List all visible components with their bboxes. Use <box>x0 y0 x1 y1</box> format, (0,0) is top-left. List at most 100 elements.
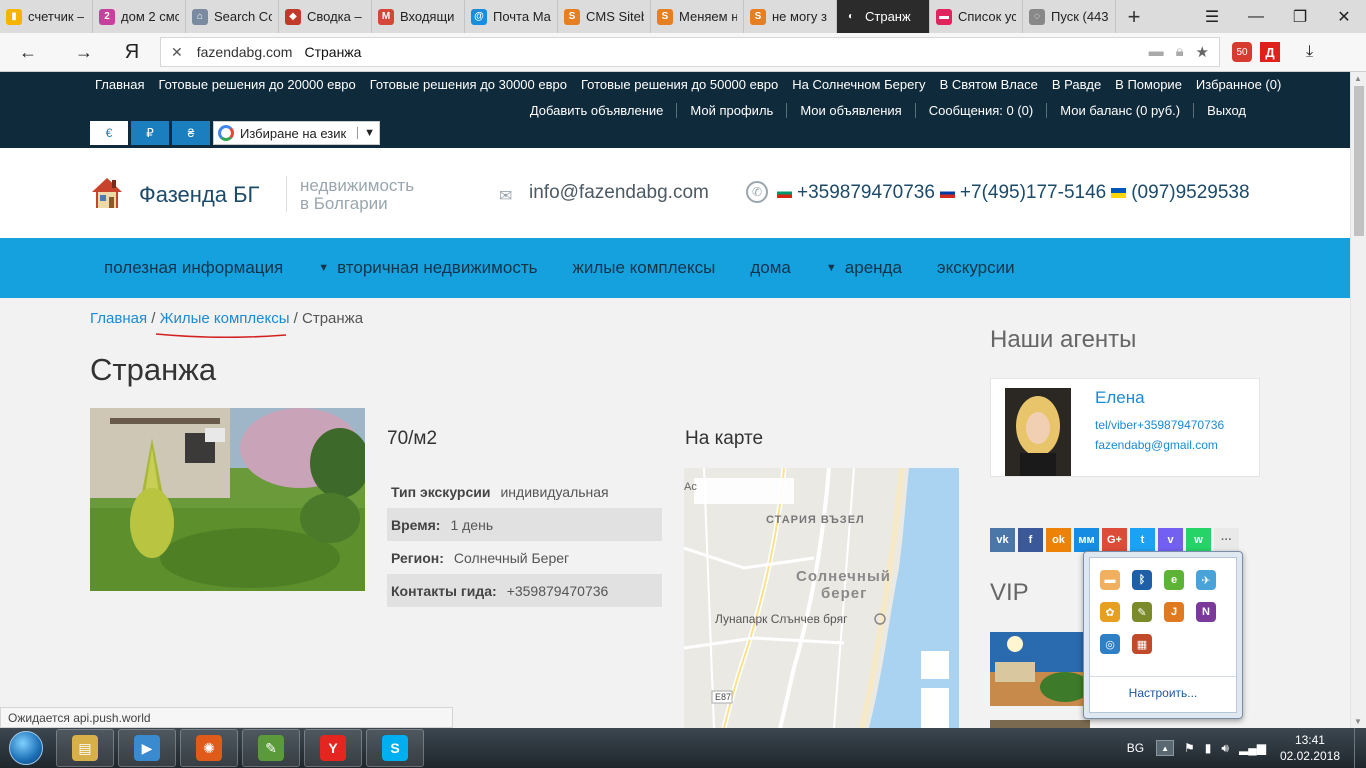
forward-button[interactable]: → <box>56 33 112 72</box>
evernote-icon[interactable]: e <box>1164 570 1184 590</box>
currency-eur-button[interactable]: € <box>90 121 128 145</box>
stop-loading-icon[interactable]: ✕ <box>171 44 183 61</box>
browser-tab[interactable]: ◆ Сводка – <box>279 0 372 33</box>
social-share-button[interactable]: ok <box>1046 528 1071 552</box>
browser-tab[interactable]: S CMS Siteb <box>558 0 651 33</box>
phone-ua[interactable]: (097)9529538 <box>1131 182 1249 204</box>
taskbar-app-button[interactable]: ✎ <box>242 729 300 767</box>
user-menu-link[interactable]: Сообщения: 0 (0) <box>916 103 1048 118</box>
top-menu-link[interactable]: В Святом Власе <box>940 77 1038 92</box>
social-share-button[interactable]: ··· <box>1214 528 1239 552</box>
agent-avatar[interactable] <box>1005 388 1071 476</box>
show-desktop-button[interactable] <box>1354 728 1366 768</box>
main-nav-item[interactable]: ▼ аренда <box>826 258 902 278</box>
volume-icon[interactable]: 🔊︎ <box>1221 741 1229 756</box>
top-menu-link[interactable]: Главная <box>95 77 144 92</box>
taskbar-app-button[interactable]: S <box>366 729 424 767</box>
vip-listing-image[interactable] <box>990 632 1090 706</box>
lock-icon[interactable]: 🔒︎ <box>1176 43 1184 61</box>
tray-app-icon-5[interactable]: ✿ <box>1100 602 1120 622</box>
tray-app-icon-4[interactable]: ✈ <box>1196 570 1216 590</box>
browser-tab[interactable]: ⌂ Search Co <box>186 0 279 33</box>
new-tab-button[interactable]: + <box>1116 0 1152 33</box>
agent-email[interactable]: fazendabg@gmail.com <box>1095 438 1218 452</box>
map-zoom-out-button[interactable] <box>921 688 949 728</box>
user-menu-link[interactable]: Добавить объявление <box>517 103 678 118</box>
vip-listing-image-2[interactable] <box>990 720 1090 728</box>
map-zoom-in-button[interactable] <box>921 651 949 679</box>
agent-name[interactable]: Елена <box>1095 388 1145 408</box>
browser-tab[interactable]: S Меняем н <box>651 0 744 33</box>
taskbar-app-button[interactable]: ▤ <box>56 729 114 767</box>
taskbar-app-button[interactable]: Y <box>304 729 362 767</box>
social-share-button[interactable]: мм <box>1074 528 1099 552</box>
agent-phone[interactable]: tel/viber+359879470736 <box>1095 418 1224 432</box>
scroll-down-arrow-icon[interactable]: ▼ <box>1354 717 1362 726</box>
tray-app-icon-9[interactable]: ◎ <box>1100 634 1120 654</box>
social-share-button[interactable]: t <box>1130 528 1155 552</box>
yandex-logo-icon[interactable]: Я <box>112 41 152 64</box>
scrollbar-thumb[interactable] <box>1354 86 1364 236</box>
social-share-button[interactable]: vk <box>990 528 1015 552</box>
contact-email[interactable]: info@fazendabg.com <box>529 182 709 204</box>
house-logo-icon[interactable] <box>90 176 124 210</box>
top-menu-link[interactable]: На Солнечном Берегу <box>792 77 925 92</box>
browser-tab[interactable]: ◐ Странж <box>837 0 930 33</box>
main-nav-item[interactable]: полезная информация <box>104 258 283 278</box>
social-share-button[interactable]: w <box>1186 528 1211 552</box>
browser-tab[interactable]: M Входящи <box>372 0 465 33</box>
close-window-button[interactable]: ✕ <box>1322 0 1366 33</box>
browser-tab[interactable]: ◌ Пуск (443 <box>1023 0 1116 33</box>
browser-tab[interactable]: @ Почта Ма <box>465 0 558 33</box>
page-scrollbar[interactable]: ▲ ▼ <box>1350 72 1366 728</box>
user-menu-link[interactable]: Мои объявления <box>787 103 916 118</box>
breadcrumb-section-link[interactable]: Жилые комплексы <box>160 310 290 327</box>
top-menu-link[interactable]: Готовые решения до 30000 евро <box>370 77 567 92</box>
onenote-icon[interactable]: N <box>1196 602 1216 622</box>
user-menu-link[interactable]: Выход <box>1194 103 1246 118</box>
java-icon[interactable]: J <box>1164 602 1184 622</box>
taskbar-app-button[interactable]: ▶ <box>118 729 176 767</box>
maximize-button[interactable]: ❐ <box>1278 0 1322 33</box>
site-logo-name[interactable]: Фазенда БГ <box>139 182 259 208</box>
scroll-up-arrow-icon[interactable]: ▲ <box>1354 74 1362 83</box>
action-center-flag-icon[interactable]: ⚑ <box>1184 741 1195 756</box>
phone-bg[interactable]: +359879470736 <box>797 182 935 204</box>
downloads-icon[interactable]: ⤓ <box>1306 43 1313 61</box>
chat-icon[interactable]: ▬ <box>1149 43 1164 61</box>
taskbar-app-button[interactable]: ✺ <box>180 729 238 767</box>
clock[interactable]: 13:41 02.02.2018 <box>1280 732 1340 764</box>
browser-tab[interactable]: 2 дом 2 смс <box>93 0 186 33</box>
social-share-button[interactable]: v <box>1158 528 1183 552</box>
top-menu-link[interactable]: В Поморие <box>1115 77 1182 92</box>
main-nav-item[interactable]: дома <box>750 258 791 278</box>
currency-rub-button[interactable]: ₽ <box>131 121 169 145</box>
property-photo[interactable] <box>90 408 365 591</box>
user-menu-link[interactable]: Мои баланс (0 руб.) <box>1047 103 1195 118</box>
top-menu-link[interactable]: В Равде <box>1052 77 1101 92</box>
browser-tab[interactable]: ▬ Список ус <box>930 0 1023 33</box>
minimize-button[interactable]: — <box>1234 0 1278 33</box>
tray-app-icon-10[interactable]: ▦ <box>1132 634 1152 654</box>
main-nav-item[interactable]: ▼ вторичная недвижимость <box>318 258 537 278</box>
browser-tab[interactable]: ▮ счетчик – <box>0 0 93 33</box>
browser-tab[interactable]: Sне могу з <box>744 0 837 33</box>
keyboard-language[interactable]: BG <box>1127 741 1144 755</box>
browser-menu-icon[interactable]: ☰ <box>1190 0 1234 33</box>
tray-app-icon-1[interactable]: ▬ <box>1100 570 1120 590</box>
back-button[interactable]: ← <box>0 33 56 72</box>
main-nav-item[interactable]: жилые комплексы <box>572 258 715 278</box>
start-button[interactable] <box>0 728 52 768</box>
top-menu-link[interactable]: Готовые решения до 20000 евро <box>158 77 355 92</box>
bookmark-star-icon[interactable]: ★ <box>1196 43 1209 61</box>
bluetooth-icon[interactable]: ᛒ <box>1132 570 1152 590</box>
phone-ru[interactable]: +7(495)177-5146 <box>960 182 1106 204</box>
battery-icon[interactable]: ▮ <box>1205 741 1212 756</box>
social-share-button[interactable]: f <box>1018 528 1043 552</box>
location-map[interactable]: Ас СТАРИЯ ВЪЗЕЛ Солнечный берег Лунапарк… <box>684 468 959 728</box>
network-signal-icon[interactable]: ▂▄▆ <box>1239 741 1266 756</box>
top-menu-link[interactable]: Готовые решения до 50000 евро <box>581 77 778 92</box>
tray-app-icon-6[interactable]: ✎ <box>1132 602 1152 622</box>
language-select[interactable]: Избиране на език ▼ <box>213 121 380 145</box>
tray-expand-icon[interactable]: ▲ <box>1156 740 1175 756</box>
